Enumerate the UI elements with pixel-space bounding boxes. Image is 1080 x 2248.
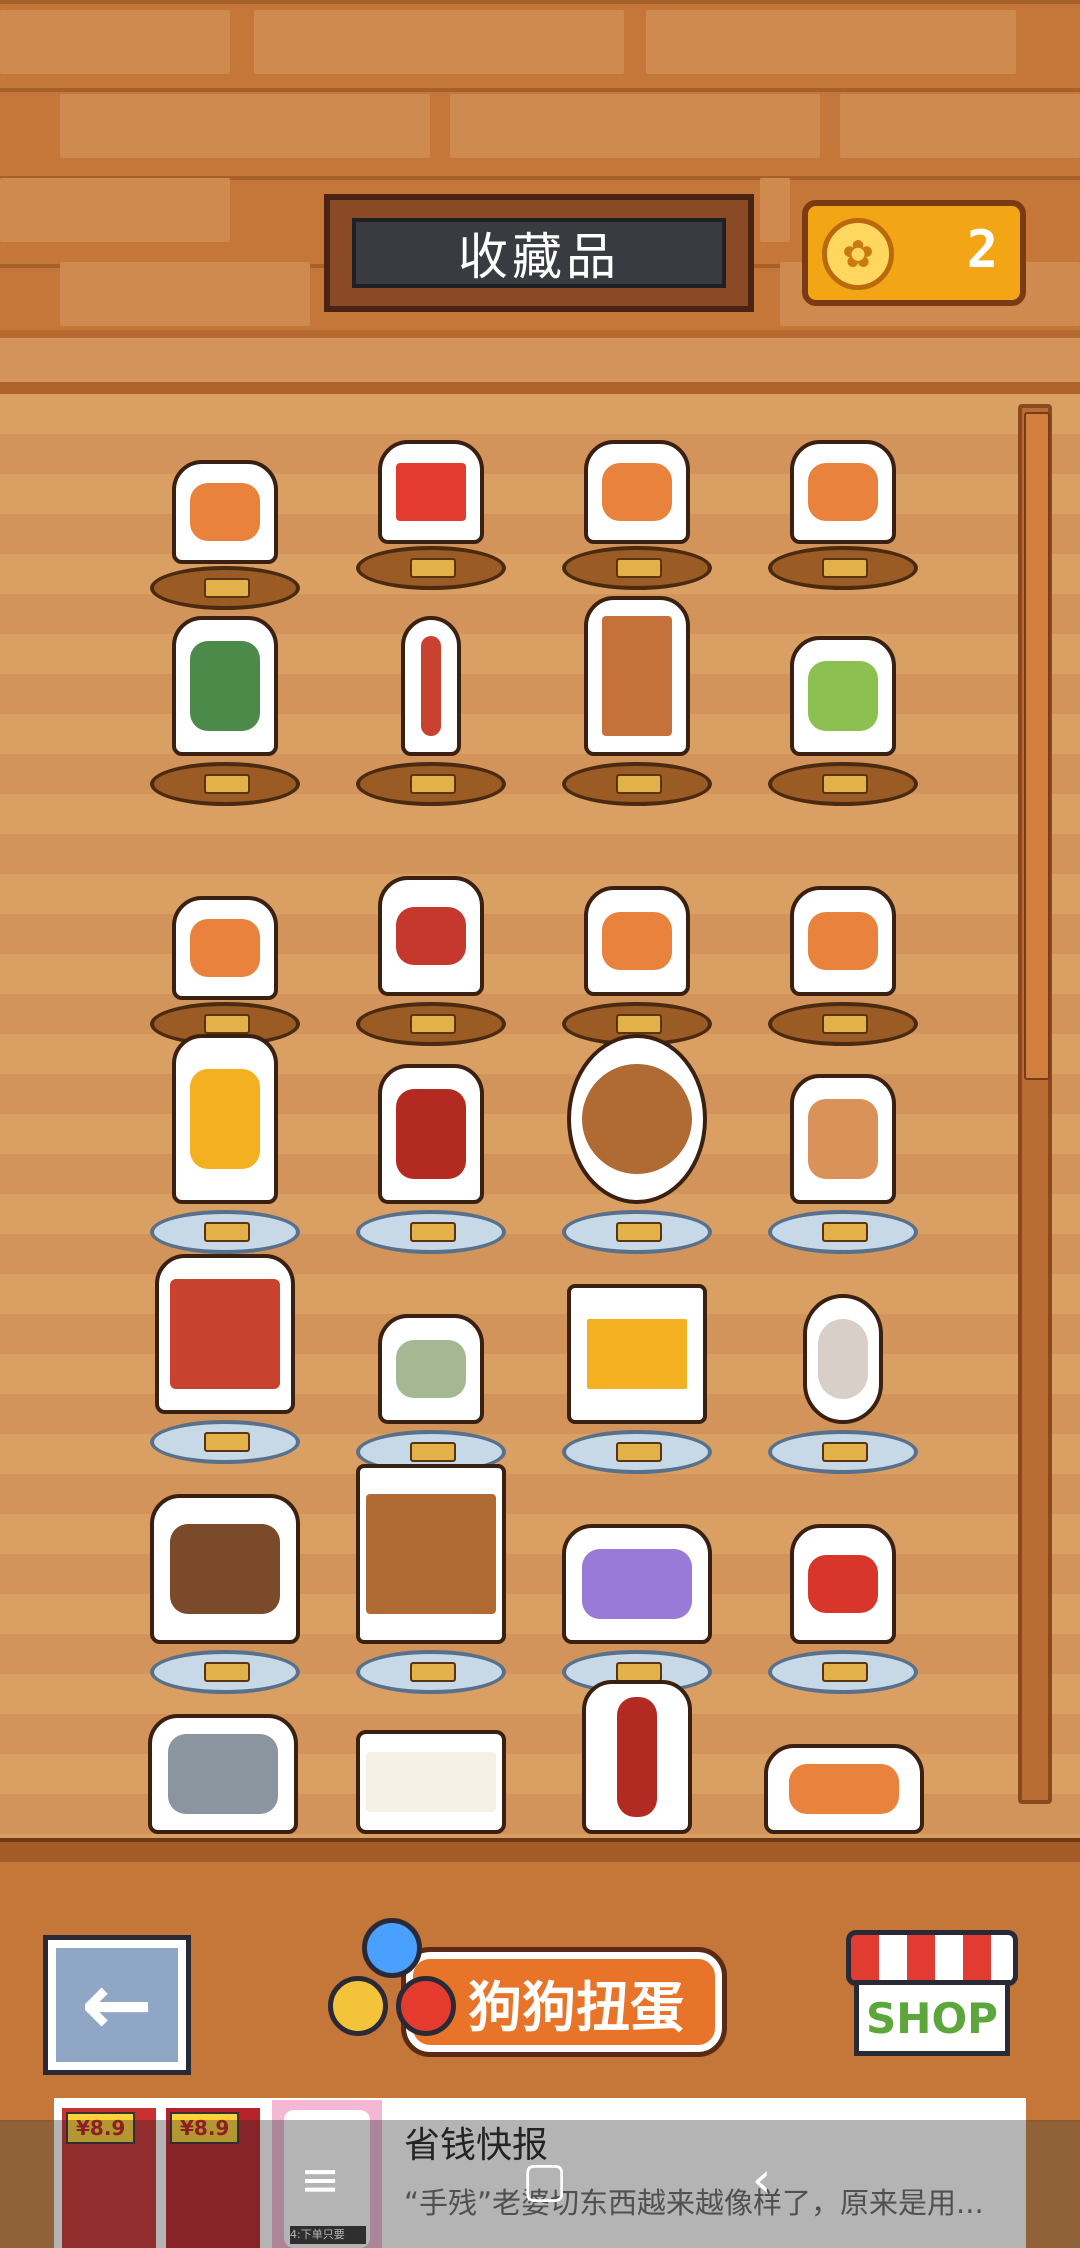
collectible-shiba-with-box[interactable] xyxy=(768,886,918,1066)
collectible-shiba-with-cactus[interactable] xyxy=(150,616,300,826)
system-navigation-bar: ≡ ▢ ‹ xyxy=(0,2120,1080,2248)
collectible-shiba-on-couch[interactable] xyxy=(768,1074,918,1274)
collectible-boy-with-shiba[interactable] xyxy=(148,1714,298,1834)
collectible-shiba-with-bowl[interactable] xyxy=(768,440,918,610)
gacha-label: 狗狗扭蛋 xyxy=(468,1975,684,2039)
collectible-shiba-with-speaker[interactable] xyxy=(150,1494,300,1714)
top-shelf xyxy=(0,330,1080,394)
collectible-wardrobe[interactable] xyxy=(562,596,712,826)
shiba-with-box-icon xyxy=(790,886,896,996)
collection-scrollbar[interactable] xyxy=(1018,404,1052,1804)
tv-cabinet-icon xyxy=(155,1254,295,1414)
collectible-dining-table[interactable] xyxy=(356,1730,506,1834)
brick-row xyxy=(0,84,1080,168)
shiba-figure-icon xyxy=(584,440,690,544)
shiba-with-speaker-icon xyxy=(150,1494,300,1644)
shiba-on-sofa-icon xyxy=(378,1064,484,1204)
red-ball-icon xyxy=(396,1976,456,2036)
computer-monitor-icon xyxy=(567,1284,707,1424)
framed-dog-picture-icon xyxy=(378,440,484,544)
shiba-figure-icon xyxy=(172,460,278,564)
oval-mirror-icon xyxy=(803,1294,883,1424)
collectible-shiba-figure[interactable] xyxy=(562,440,712,610)
shiba-with-gacha-balls-icon xyxy=(764,1744,924,1834)
shiba-with-cactus-icon xyxy=(172,616,278,756)
sleeping-shiba-icon xyxy=(172,896,278,1000)
collectible-shiba-with-gacha-balls[interactable] xyxy=(764,1744,924,1834)
blue-ball-icon xyxy=(362,1918,422,1978)
shiba-on-cushion-icon xyxy=(790,1524,896,1644)
collectible-tv-cabinet[interactable] xyxy=(150,1254,300,1494)
plant-on-stool-icon xyxy=(790,636,896,756)
collectible-shiba-on-armchair[interactable] xyxy=(150,1034,300,1274)
shop-label: SHOP xyxy=(854,1980,1010,2056)
collectible-shiba-on-cushion[interactable] xyxy=(768,1524,918,1714)
collectible-plant-on-stool[interactable] xyxy=(768,636,918,826)
lamp-post-icon xyxy=(401,616,461,756)
shop-button[interactable]: SHOP xyxy=(846,1930,1018,2060)
menu-icon[interactable]: ≡ xyxy=(300,2152,340,2208)
boy-with-shiba-icon xyxy=(148,1714,298,1834)
collectible-shiba-figure[interactable] xyxy=(150,460,300,630)
shiba-figure-icon xyxy=(584,886,690,996)
collectible-lamp-post[interactable] xyxy=(356,616,506,826)
shiba-with-hat-icon xyxy=(378,876,484,996)
collection-grid xyxy=(148,440,930,1840)
wardrobe-icon xyxy=(584,596,690,756)
dining-table-icon xyxy=(356,1730,506,1834)
paw-coin-icon: ✿ xyxy=(822,218,894,290)
yellow-ball-icon xyxy=(328,1976,388,2036)
collectible-oval-mirror[interactable] xyxy=(768,1294,918,1494)
coin-count: 2 xyxy=(966,220,998,280)
shiba-with-flower-box-icon xyxy=(562,1524,712,1644)
shop-awning-icon xyxy=(846,1930,1018,1986)
arrow-left-icon: ← xyxy=(80,1955,154,2055)
home-icon[interactable]: ▢ xyxy=(522,2152,567,2208)
round-window-icon xyxy=(567,1034,707,1204)
green-dog-figure-icon xyxy=(378,1314,484,1424)
tv-stand-icon xyxy=(356,1464,506,1644)
dog-gacha-button[interactable]: 狗狗扭蛋 xyxy=(316,1910,727,2060)
collectible-tv-stand[interactable] xyxy=(356,1464,506,1714)
back-button[interactable]: ← xyxy=(43,1935,191,2075)
shiba-with-bowl-icon xyxy=(790,440,896,544)
collectible-framed-dog-picture[interactable] xyxy=(356,440,506,610)
collectible-round-window[interactable] xyxy=(562,1034,712,1274)
title-plate: 收藏品 xyxy=(324,194,754,312)
back-chevron-icon[interactable]: ‹ xyxy=(752,2152,771,2208)
scrollbar-thumb[interactable] xyxy=(1024,412,1050,1080)
collectible-shiba-with-hat[interactable] xyxy=(356,876,506,1066)
collectible-shiba-on-sofa[interactable] xyxy=(356,1064,506,1274)
shiba-on-armchair-icon xyxy=(172,1034,278,1204)
skewer-shiba-icon xyxy=(582,1680,692,1834)
collectible-skewer-shiba[interactable] xyxy=(582,1680,732,1834)
collectible-computer-monitor[interactable] xyxy=(562,1284,712,1494)
shiba-on-couch-icon xyxy=(790,1074,896,1204)
gacha-balls-icon xyxy=(316,1910,466,2060)
coin-counter: ✿ 2 xyxy=(802,200,1026,306)
page-title: 收藏品 xyxy=(352,218,726,288)
brick-row xyxy=(0,0,1080,84)
